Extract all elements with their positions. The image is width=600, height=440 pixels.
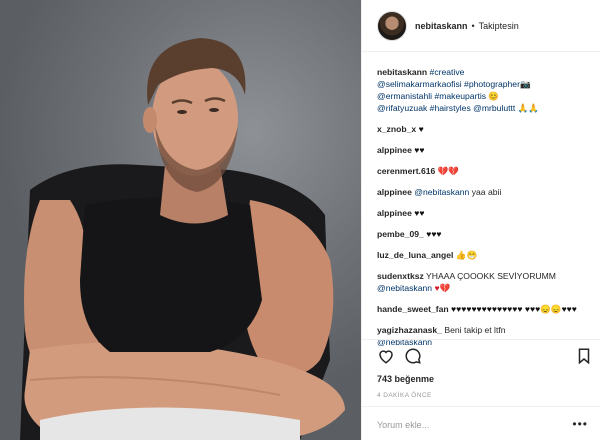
timestamp: 4 DAKİKA ÖNCE: [377, 392, 432, 399]
action-bar: [377, 347, 592, 367]
post-header: nebitaskann • Takiptesin: [362, 0, 600, 52]
list-item: luz_de_luna_angel 👍😁: [377, 249, 591, 261]
comment-username[interactable]: alppinee: [377, 208, 412, 218]
mention-link[interactable]: @selimakarmarkaofisi: [377, 79, 462, 89]
comment-username[interactable]: alppinee: [377, 187, 412, 197]
hashtag-link[interactable]: #photographer: [464, 79, 520, 89]
comment-icon[interactable]: [404, 347, 422, 365]
mention-link[interactable]: @ermanistahli: [377, 91, 432, 101]
list-item: alppinee ♥♥: [377, 207, 591, 219]
list-item: cerenmert.616 💔💔: [377, 165, 591, 177]
list-item: x_znob_x ♥: [377, 123, 591, 135]
comment-text: ♥♥: [414, 145, 425, 155]
caption: nebitaskann #creative @selimakarmarkaofi…: [377, 67, 540, 113]
header-separator: •: [471, 20, 475, 31]
hashtag-link[interactable]: #hairstyles: [430, 103, 471, 113]
add-comment-bar: Yorum ekle... •••: [362, 406, 600, 440]
list-item: sudenxtksz YHAAA ÇOOOKK SEVİYORUMM @nebi…: [377, 270, 591, 294]
post-side-panel: nebitaskann • Takiptesin nebitaskann #cr…: [361, 0, 600, 440]
more-options-button[interactable]: •••: [572, 417, 588, 431]
mention-link[interactable]: @nebitaskann: [377, 283, 432, 293]
avatar[interactable]: [377, 10, 407, 41]
comment-text: 👍😁: [455, 250, 478, 260]
comment-text: ♥♥: [414, 208, 425, 218]
comment-username[interactable]: sudenxtksz: [377, 271, 424, 281]
like-count[interactable]: 743 beğenme: [377, 374, 434, 384]
portrait-image: [20, 38, 345, 440]
list-item: alppinee ♥♥: [377, 144, 591, 156]
mention-link[interactable]: @mrbuluttt: [473, 103, 515, 113]
comment-username[interactable]: hande_sweet_fan: [377, 304, 449, 314]
comment-text: YHAAA ÇOOOKK SEVİYORUMM: [426, 271, 556, 281]
comment-username[interactable]: x_znob_x: [377, 124, 416, 134]
comment-text: ♥♥♥♥♥♥♥♥♥♥♥♥♥♥ ♥♥♥😞😞♥♥♥: [451, 304, 577, 314]
hashtag-link[interactable]: #makeupartis: [434, 91, 486, 101]
comment-username[interactable]: alppinee: [377, 145, 412, 155]
comment-text: ♥♥♥: [426, 229, 442, 239]
bookmark-icon[interactable]: [575, 347, 593, 365]
hashtag-link[interactable]: #creative: [430, 67, 465, 77]
comment-input[interactable]: Yorum ekle...: [377, 420, 429, 430]
comment-text: 💔💔: [437, 166, 460, 176]
comment-text: yaa abii: [471, 187, 502, 197]
comment-list: nebitaskann #creative @selimakarmarkaofi…: [377, 66, 591, 357]
mention-link[interactable]: @rifatyuzuak: [377, 103, 427, 113]
instagram-post: nebitaskann • Takiptesin nebitaskann #cr…: [0, 0, 600, 440]
post-photo[interactable]: [0, 0, 361, 440]
comment-username[interactable]: pembe_09_: [377, 229, 424, 239]
header-username[interactable]: nebitaskann: [415, 21, 468, 31]
comment-username[interactable]: cerenmert.616: [377, 166, 435, 176]
comment-username[interactable]: luz_de_luna_angel: [377, 250, 453, 260]
comments-divider: [362, 330, 600, 340]
follow-status[interactable]: Takiptesin: [479, 21, 519, 31]
list-item: pembe_09_ ♥♥♥: [377, 228, 591, 240]
list-item: alppinee @nebitaskann yaa abii: [377, 186, 591, 198]
heart-icon[interactable]: [377, 347, 395, 365]
mention-link[interactable]: @nebitaskann: [414, 187, 469, 197]
caption-username[interactable]: nebitaskann: [377, 67, 427, 77]
comment-emoji: ♥💔: [434, 283, 451, 293]
list-item: hande_sweet_fan ♥♥♥♥♥♥♥♥♥♥♥♥♥♥ ♥♥♥😞😞♥♥♥: [377, 303, 591, 315]
comment-text: ♥: [418, 124, 424, 134]
